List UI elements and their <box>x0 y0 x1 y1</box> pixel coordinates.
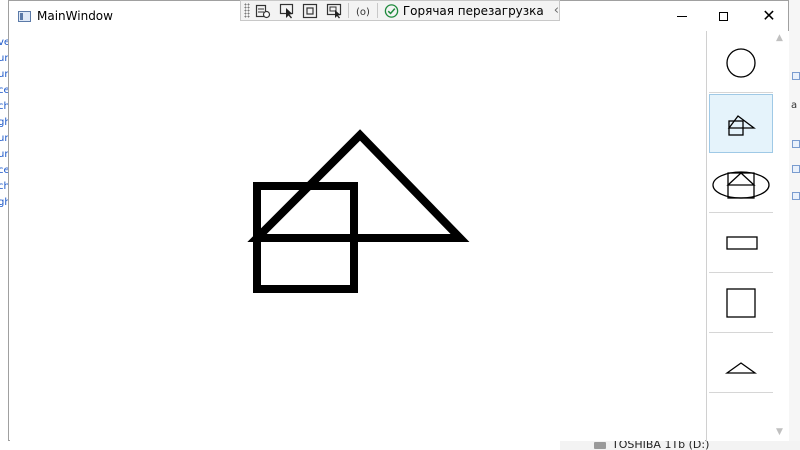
minimize-icon <box>677 15 687 17</box>
main-window: MainWindow ✕ ▲ ▼ <box>8 0 789 441</box>
code-fragment: ce <box>0 85 8 96</box>
binding-failures-icon: (o) <box>356 7 370 18</box>
code-fragment: ce <box>0 165 8 176</box>
list-item-rectangle[interactable] <box>709 214 773 273</box>
close-button[interactable]: ✕ <box>746 1 792 31</box>
select-cursor-button[interactable] <box>276 1 297 20</box>
window-title: MainWindow <box>37 9 113 23</box>
select-element-icon <box>255 4 271 18</box>
minimize-button[interactable] <box>659 1 705 31</box>
background-drive-row: TOSHIBA 1Tb (D:) <box>560 441 800 450</box>
toolbar-separator <box>348 3 350 18</box>
code-fragment: ch <box>0 101 8 112</box>
binding-failures-button[interactable]: (o) <box>352 1 373 20</box>
track-focus-button[interactable] <box>324 1 345 20</box>
toolbar-grip-icon[interactable] <box>244 3 250 18</box>
track-focus-icon <box>326 3 342 18</box>
display-adorners-button[interactable] <box>300 1 321 20</box>
hot-reload-status-icon <box>384 3 399 18</box>
svg-text:(o): (o) <box>356 7 370 18</box>
square-icon <box>726 288 756 318</box>
code-fragment: ch <box>0 181 8 192</box>
ellipse-house-icon <box>712 171 770 199</box>
select-element-button[interactable] <box>253 1 274 20</box>
tree-node-icon <box>792 72 800 80</box>
close-icon: ✕ <box>762 6 776 25</box>
list-item-square[interactable] <box>709 274 773 333</box>
explorer-fragment: а <box>791 100 798 111</box>
rectangle-icon <box>726 236 758 250</box>
maximize-button[interactable] <box>700 1 746 31</box>
tree-node-icon <box>792 140 800 148</box>
code-fragment: gh <box>0 197 8 208</box>
code-fragment: ur <box>0 149 8 160</box>
scroll-down-arrow-icon[interactable]: ▼ <box>776 427 783 437</box>
drive-icon <box>594 442 606 449</box>
xaml-debug-toolbar: (o) Горячая перезагрузка ‹ <box>240 0 560 21</box>
shapes-list[interactable]: ▲ ▼ <box>706 31 789 441</box>
toolbar-separator <box>376 3 378 18</box>
scroll-up-arrow-icon[interactable]: ▲ <box>776 33 783 43</box>
code-fragment: ur <box>0 53 8 64</box>
circle-icon <box>726 48 756 78</box>
vertical-scrollbar[interactable]: ▲ ▼ <box>773 31 788 441</box>
code-fragment: ve <box>0 37 8 48</box>
maximize-icon <box>718 11 728 21</box>
square-triangle-icon <box>727 114 756 136</box>
background-explorer-panel: а <box>789 0 800 441</box>
collapse-toolbar-chevron-icon[interactable]: ‹ <box>554 3 559 18</box>
canvas-drawing <box>247 129 470 293</box>
code-fragment: ur <box>0 69 8 80</box>
cursor-select-icon <box>279 3 293 18</box>
background-code-editor: ve ur ur ce ch gh ur ur ce ch gh <box>0 0 8 450</box>
app-icon <box>18 11 31 22</box>
drive-label: TOSHIBA 1Tb (D:) <box>612 441 710 450</box>
hot-reload-label[interactable]: Горячая перезагрузка <box>403 4 544 18</box>
triangle-icon <box>724 362 758 374</box>
list-item-circle[interactable] <box>709 34 773 93</box>
display-adorners-icon <box>303 3 318 18</box>
drawing-canvas[interactable] <box>10 31 705 441</box>
list-item-triangle[interactable] <box>709 334 773 393</box>
list-item-square-triangle[interactable] <box>709 94 773 153</box>
list-item-ellipse-composite[interactable] <box>709 154 773 213</box>
code-fragment: ur <box>0 133 8 144</box>
code-fragment: gh <box>0 117 8 128</box>
tree-node-icon <box>792 192 800 200</box>
tree-node-icon <box>792 165 800 173</box>
